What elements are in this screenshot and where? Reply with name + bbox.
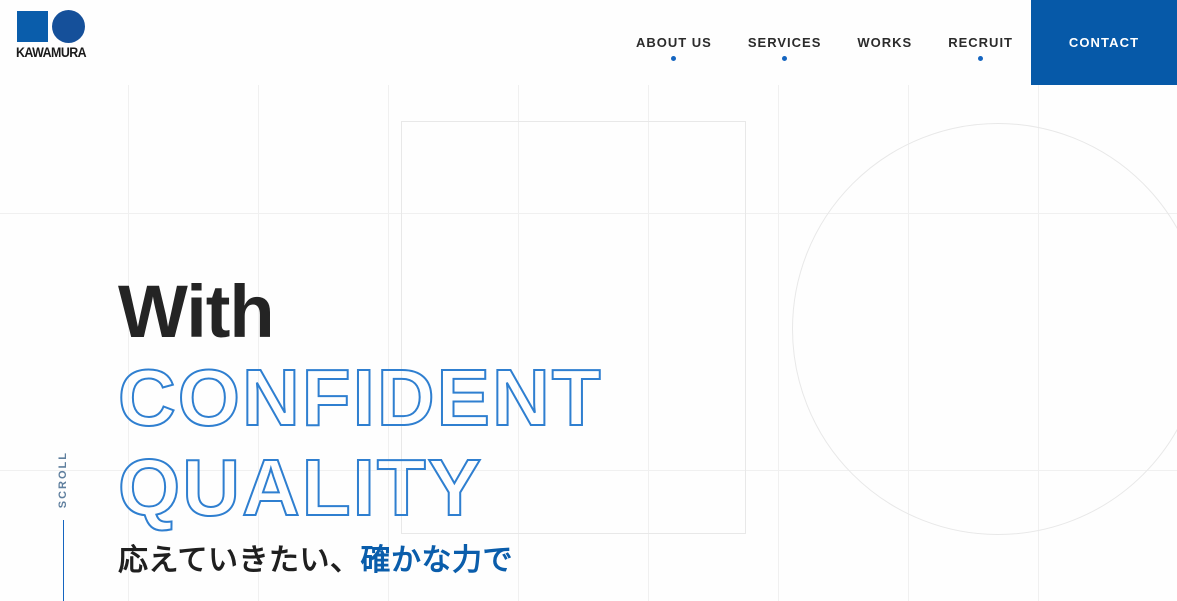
site-header: KAWAMURA ABOUT US SERVICES WORKS RECRUIT… (0, 0, 1177, 85)
logo-circle-icon (52, 10, 85, 43)
hero-headline-line-3: QUALITY (117, 443, 484, 532)
logo-marks (14, 9, 92, 45)
logo-square-icon (17, 11, 48, 42)
hero-subheadline-dark: 応えていきたい、 (118, 544, 361, 577)
hero-subheadline-accent: 確かな力で (360, 544, 513, 577)
hero-subheadline: 応えていきたい、確かな力で (118, 541, 513, 580)
hero-headline-line-2: CONFIDENT (117, 353, 603, 442)
nav-label: ABOUT US (635, 35, 712, 50)
main-navigation: ABOUT US SERVICES WORKS RECRUIT (618, 0, 1031, 85)
nav-item-works[interactable]: WORKS (839, 0, 930, 85)
site-logo[interactable]: KAWAMURA (14, 9, 92, 67)
grid-line-vertical (1038, 85, 1039, 601)
nav-label: SERVICES (747, 35, 822, 50)
nav-label: RECRUIT (948, 35, 1013, 50)
nav-item-recruit[interactable]: RECRUIT (930, 0, 1031, 85)
grid-line-vertical (648, 85, 649, 601)
nav-active-dot (671, 56, 677, 61)
logo-wordmark: KAWAMURA (16, 45, 87, 60)
scroll-indicator[interactable]: SCROLL (48, 451, 78, 601)
contact-button[interactable]: CONTACT (1031, 0, 1177, 85)
nav-item-services[interactable]: SERVICES (730, 0, 840, 85)
nav-item-about-us[interactable]: ABOUT US (618, 0, 730, 85)
grid-line-vertical (778, 85, 779, 601)
grid-line-vertical (518, 85, 519, 601)
scroll-label: SCROLL (57, 451, 69, 509)
nav-active-dot (978, 56, 984, 61)
grid-line-horizontal (0, 213, 1177, 214)
nav-label: WORKS (857, 35, 913, 50)
page-root: KAWAMURA ABOUT US SERVICES WORKS RECRUIT… (0, 0, 1177, 601)
decorative-circle-outline (792, 123, 1177, 535)
hero-headline-line-1: With (118, 270, 275, 353)
scroll-line (62, 520, 64, 601)
nav-active-dot (782, 56, 788, 61)
contact-button-label: CONTACT (1068, 35, 1140, 50)
grid-line-vertical (908, 85, 909, 601)
